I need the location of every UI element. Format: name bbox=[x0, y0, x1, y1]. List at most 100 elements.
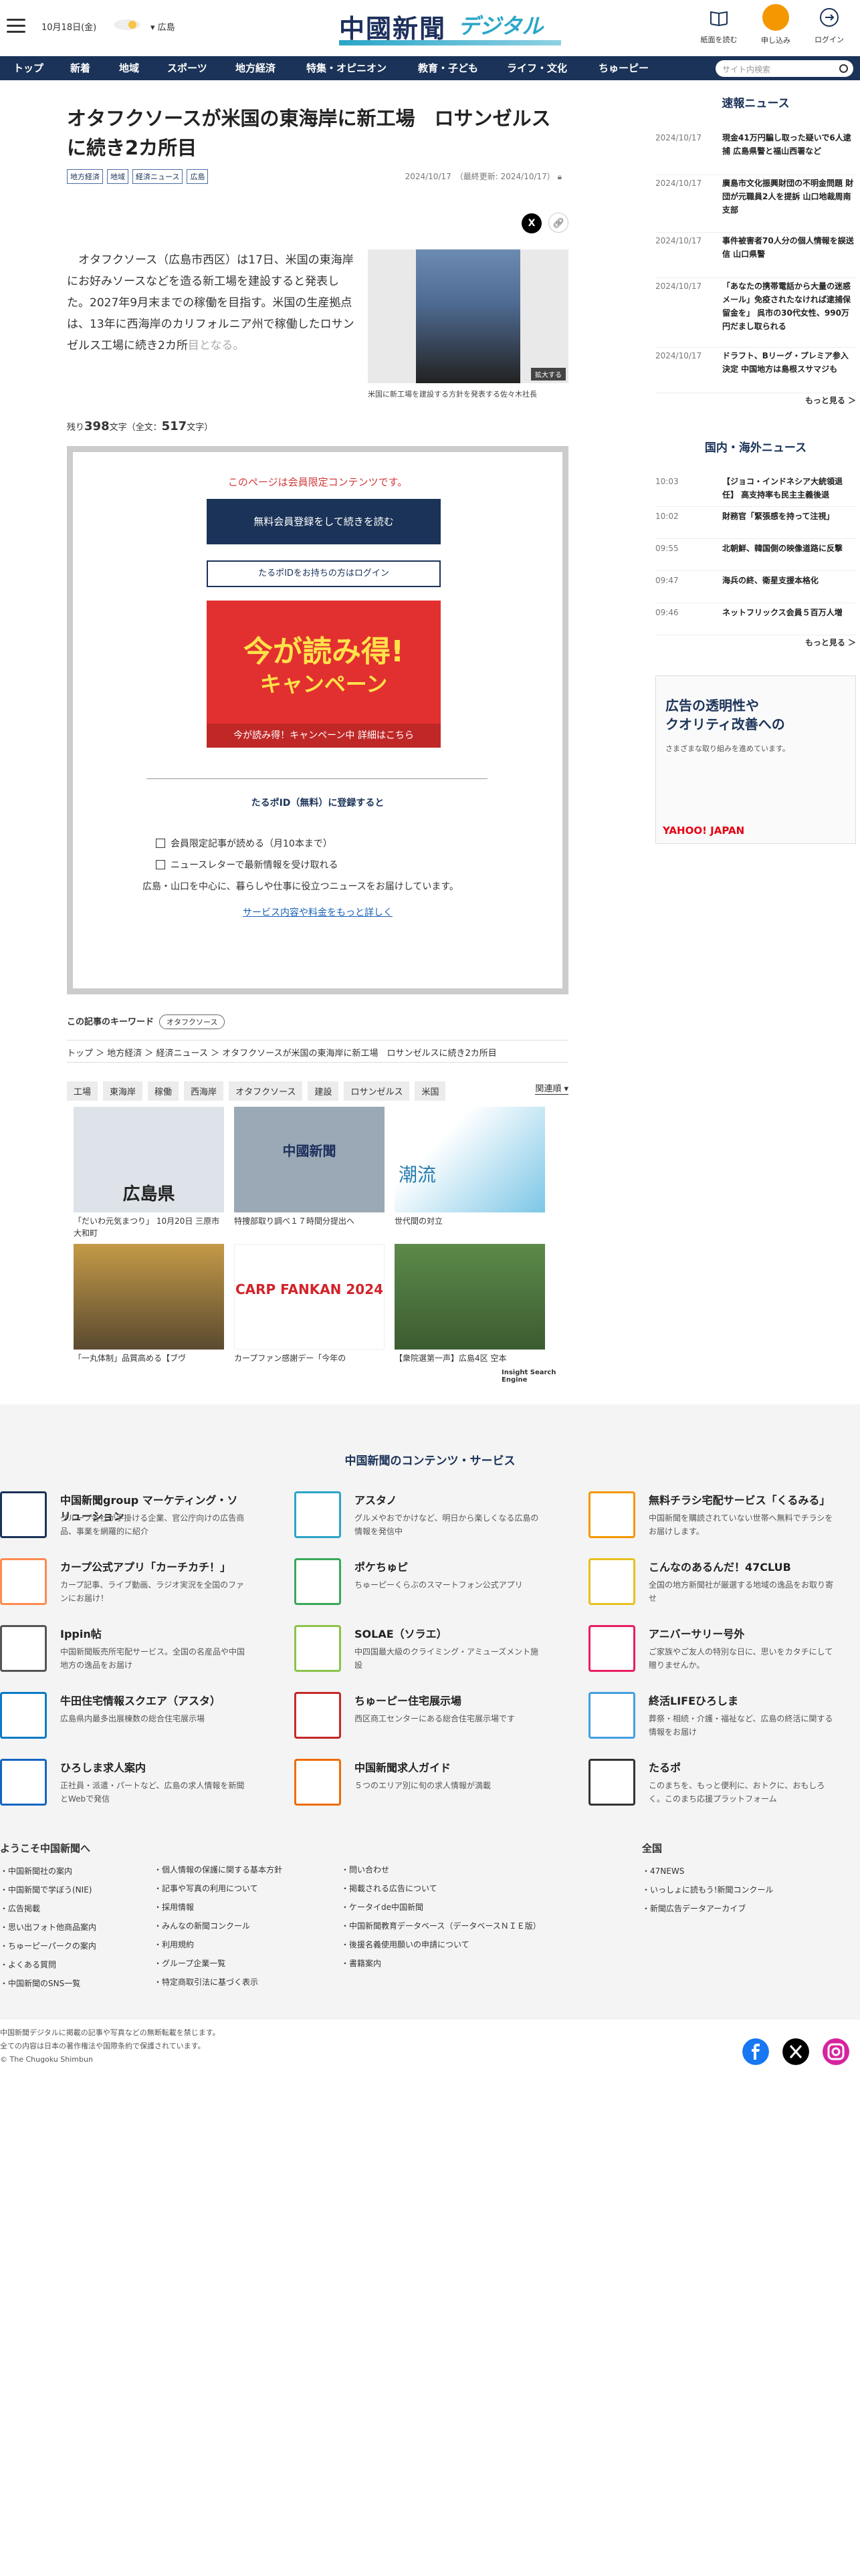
read-paper-button[interactable]: 紙面を読む bbox=[695, 4, 742, 48]
footer-link[interactable]: ・採用情報 bbox=[154, 1898, 282, 1917]
footer-link[interactable]: ・いっしょに読もう!新聞コンクール bbox=[642, 1881, 773, 1899]
footer-link[interactable]: ・広告掲載 bbox=[0, 1899, 96, 1918]
service-item[interactable]: 中国新聞group マーケティング・ソリューション グループ各社が手掛ける企業、官… bbox=[0, 1491, 247, 1545]
related-card[interactable]: 広島県 「だいわ元気まつり」 10月20日 三原市大和町 bbox=[74, 1107, 224, 1239]
category-chip[interactable]: 建設 bbox=[308, 1081, 339, 1101]
breadcrumb[interactable]: トップ ＞ 地方経済 ＞ 経済ニュース ＞ オタフクソースが米国の東海岸に新工場… bbox=[67, 1040, 568, 1063]
world-item[interactable]: 09:46 ネットフリックス会員５百万人増 bbox=[655, 606, 856, 635]
service-item[interactable]: こんなのあるんだ！47CLUB 全国の地方新聞社が厳選する地域の逸品をお取り寄せ bbox=[588, 1558, 836, 1612]
footer-link[interactable]: ・中国新聞教育データベース（データベースＮＩＥ版） bbox=[341, 1917, 541, 1935]
world-item[interactable]: 10:03 【ジョコ・インドネシア大統領退任】 高支持率も民主主義後退 bbox=[655, 475, 856, 507]
nav-economy[interactable]: 地方経済 bbox=[235, 56, 276, 80]
sort-select[interactable]: 関連順 ▾ bbox=[535, 1081, 568, 1095]
x-share-icon[interactable]: X bbox=[522, 213, 542, 233]
keyword-chip[interactable]: オタフクソース bbox=[159, 1014, 225, 1029]
news-item[interactable]: 2024/10/17 事件被害者70人分の個人情報を誤送信 山口県警 bbox=[655, 234, 856, 278]
nav-life[interactable]: ライフ・文化 bbox=[507, 56, 567, 80]
footer-link[interactable]: ・掲載される広告について bbox=[341, 1879, 541, 1898]
service-item[interactable]: カープ公式アプリ「カーチカチ！」 カープ記事、ライブ動画、ラジオ実況を全国のファン… bbox=[0, 1558, 247, 1612]
login-link-button[interactable]: たるポIDをお持ちの方はログイン bbox=[207, 560, 441, 587]
footer-link[interactable]: ・特定商取引法に基づく表示 bbox=[154, 1973, 282, 1992]
advertisement[interactable]: 広告の透明性や クオリティ改善への さまざまな取り組みを進めています。 YAHOO… bbox=[655, 675, 856, 844]
category-chip[interactable]: 工場 bbox=[67, 1081, 98, 1101]
related-card[interactable]: 潮流 世代間の対立 bbox=[395, 1107, 545, 1227]
category-chip[interactable]: ロサンゼルス bbox=[344, 1081, 410, 1101]
world-item[interactable]: 09:55 北朝鮮、韓国側の映像道路に反撃 bbox=[655, 542, 856, 571]
tag[interactable]: 地域 bbox=[107, 169, 128, 184]
service-item[interactable]: 無料チラシ宅配サービス「くるみる」 中国新聞を購読されていない世帯へ無料でチラシを… bbox=[588, 1491, 836, 1545]
region-selector[interactable]: ▾ 広島 bbox=[150, 20, 175, 33]
nav-opinion[interactable]: 特集・オピニオン bbox=[306, 56, 387, 80]
nav-education[interactable]: 教育・子ども bbox=[418, 56, 478, 80]
news-item[interactable]: 2024/10/17 ドラフト、Bリーグ・プレミア参入決定 中国地方は島根スサマジ… bbox=[655, 349, 856, 393]
category-chip[interactable]: 東海岸 bbox=[103, 1081, 143, 1101]
footer-link[interactable]: ・中国新聞社の案内 bbox=[0, 1862, 96, 1881]
related-card[interactable]: 【衆院選第一声】広島4区 空本 bbox=[395, 1244, 545, 1364]
footer-link[interactable]: ・みんなの新聞コンクール bbox=[154, 1917, 282, 1935]
related-card[interactable]: 中國新聞 特捜部取り調べ１７時間分提出へ bbox=[234, 1107, 385, 1227]
footer-link[interactable]: ・ケータイde中国新聞 bbox=[341, 1898, 541, 1917]
article-photo[interactable]: 拡大する 米国に新工場を建設する方針を発表する佐々木社長 bbox=[368, 249, 568, 399]
instagram-icon[interactable] bbox=[823, 2038, 849, 2065]
nav-region[interactable]: 地域 bbox=[119, 56, 139, 80]
facebook-icon[interactable] bbox=[742, 2038, 769, 2065]
footer-link[interactable]: ・後援名義使用願いの申請について bbox=[341, 1935, 541, 1954]
x-icon[interactable] bbox=[782, 2038, 809, 2065]
site-logo[interactable]: 中國新聞 デジタル bbox=[339, 7, 561, 45]
link-copy-icon[interactable]: 🔗︎ bbox=[548, 213, 568, 233]
footer-link[interactable]: ・新聞広告データアーカイブ bbox=[642, 1899, 773, 1918]
more-world-link[interactable]: もっと見る ＞ bbox=[805, 637, 856, 648]
service-item[interactable]: Ippin帖 中国新聞販売所宅配サービス。全国の名産品や中国地方の逸品をお届け bbox=[0, 1625, 247, 1679]
more-news-link[interactable]: もっと見る ＞ bbox=[805, 395, 856, 406]
search-icon[interactable] bbox=[839, 64, 848, 73]
service-item[interactable]: SOLAE（ソラエ） 中四国最大級のクライミング・アミューズメント施設 bbox=[294, 1625, 542, 1679]
tag[interactable]: 地方経済 bbox=[67, 169, 103, 184]
service-item[interactable]: ちゅーピー住宅展示場 西区商工センターにある総合住宅展示場です bbox=[294, 1692, 542, 1745]
tag[interactable]: 経済ニュース bbox=[132, 169, 183, 184]
nav-top[interactable]: トップ bbox=[13, 56, 43, 80]
login-button[interactable]: ログイン bbox=[806, 4, 853, 48]
world-item[interactable]: 09:47 海兵の終、衛星支援本格化 bbox=[655, 574, 856, 603]
footer-link[interactable]: ・ちゅーピーパークの案内 bbox=[0, 1937, 96, 1955]
register-button[interactable]: 無料会員登録をして続きを読む bbox=[207, 499, 441, 544]
footer-link[interactable]: ・個人情報の保護に関する基本方針 bbox=[154, 1860, 282, 1879]
campaign-banner[interactable]: 今が読み得! キャンペーン 今が読み得！キャンペーン中 詳細はこちら bbox=[207, 601, 441, 748]
related-card[interactable]: 「一丸体制」品質高める【ブヴ bbox=[74, 1244, 224, 1364]
subscribe-button[interactable]: 申し込み bbox=[752, 4, 799, 48]
footer-link[interactable]: ・記事や写真の利用について bbox=[154, 1879, 282, 1898]
service-item[interactable]: アスタノ グルメやおでかけなど、明日から楽しくなる広島の情報を発信中 bbox=[294, 1491, 542, 1545]
nav-chupy[interactable]: ちゅーピー bbox=[599, 56, 649, 80]
search-input[interactable]: サイト内検索 bbox=[716, 60, 853, 77]
zoom-button[interactable]: 拡大する bbox=[531, 368, 566, 381]
service-item[interactable]: ポケちゅピ ちゅーピーくらぶのスマートフォン公式アプリ bbox=[294, 1558, 542, 1612]
service-item[interactable]: たるポ このまちを、もっと便利に、おトクに、おもしろく。このまち応援プラットフォー… bbox=[588, 1759, 836, 1812]
service-item[interactable]: 中国新聞求人ガイド ５つのエリア別に旬の求人情報が満載 bbox=[294, 1759, 542, 1812]
service-item[interactable]: 終活LIFEひろしま 葬祭・相続・介護・福祉など、広島の終活に関する情報をお届け bbox=[588, 1692, 836, 1745]
service-detail-link[interactable]: サービス内容や料金をもっと詳しく bbox=[73, 905, 562, 919]
news-item[interactable]: 2024/10/17 現金41万円騙し取った疑いで6人逮捕 広島県警と福山西署など bbox=[655, 131, 856, 175]
footer-link[interactable]: ・47NEWS bbox=[642, 1862, 773, 1881]
nav-new[interactable]: 新着 bbox=[70, 56, 90, 80]
footer-link[interactable]: ・よくある質問 bbox=[0, 1955, 96, 1974]
tag[interactable]: 広島 bbox=[187, 169, 209, 184]
footer-link[interactable]: ・中国新聞で学ぼう(NIE) bbox=[0, 1881, 96, 1899]
service-item[interactable]: ひろしま求人案内 正社員・派遣・パートなど、広島の求人情報を新聞とWebで発信 bbox=[0, 1759, 247, 1812]
footer-link[interactable]: ・グループ企業一覧 bbox=[154, 1954, 282, 1973]
category-chip[interactable]: オタフクソース bbox=[229, 1081, 303, 1101]
category-chip[interactable]: 米国 bbox=[415, 1081, 446, 1101]
category-chip[interactable]: 稼働 bbox=[148, 1081, 179, 1101]
hamburger-menu-icon[interactable] bbox=[7, 19, 25, 33]
footer-link[interactable]: ・中国新聞のSNS一覧 bbox=[0, 1974, 96, 1993]
related-card[interactable]: CARP FANKAN 2024 カープファン感謝デー「今年の bbox=[234, 1244, 385, 1364]
footer-link[interactable]: ・書籍案内 bbox=[341, 1954, 541, 1973]
nav-sports[interactable]: スポーツ bbox=[167, 56, 207, 80]
service-item[interactable]: アニバーサリー号外 ご家族やご友人の特別な日に、思いをカタチにして贈りませんか。 bbox=[588, 1625, 836, 1679]
footer-link[interactable]: ・問い合わせ bbox=[341, 1860, 541, 1879]
service-item[interactable]: 牛田住宅情報スクエア（アスタ） 広島県内最多出展棟数の総合住宅展示場 bbox=[0, 1692, 247, 1745]
news-item[interactable]: 2024/10/17 「あなたの携帯電話から大量の迷惑メール」免疫されたなければ逮… bbox=[655, 280, 856, 348]
world-item[interactable]: 10:02 財務官「緊張感を持って注視」 bbox=[655, 510, 856, 539]
category-chip[interactable]: 西海岸 bbox=[184, 1081, 224, 1101]
footer-link[interactable]: ・利用規約 bbox=[154, 1935, 282, 1954]
footer-link[interactable]: ・思い出フォト他商品案内 bbox=[0, 1918, 96, 1937]
news-item[interactable]: 2024/10/17 廣島市文化振興財団の不明金問題 財団が元職員2人を提訴 山口… bbox=[655, 177, 856, 233]
